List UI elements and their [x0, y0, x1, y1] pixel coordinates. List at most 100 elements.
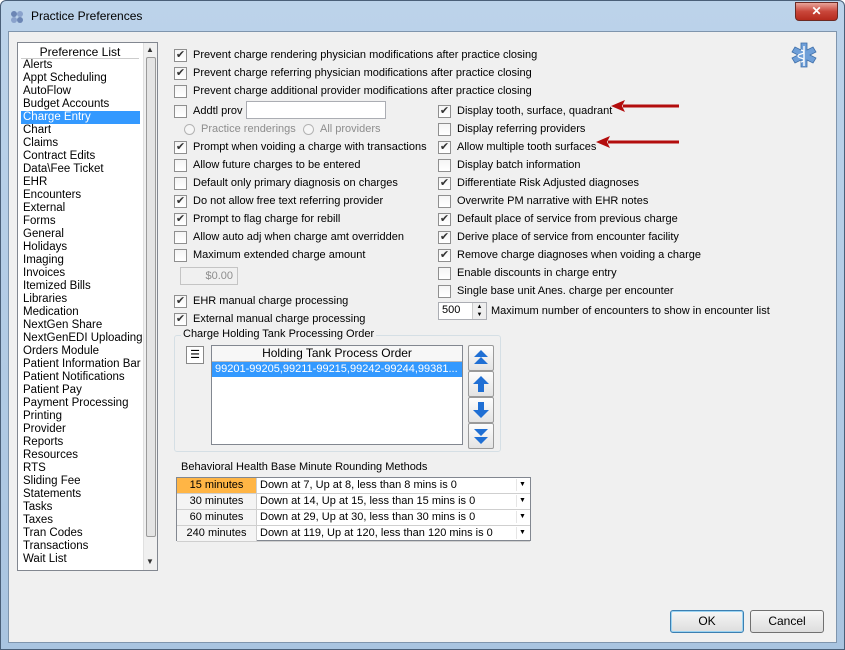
scroll-thumb[interactable] [146, 57, 156, 537]
radio-button[interactable] [303, 123, 314, 135]
checkbox[interactable] [174, 104, 187, 118]
addtl-prov-field[interactable] [246, 101, 386, 119]
preference-list-item[interactable]: Forms [21, 215, 140, 228]
preference-list-item[interactable]: Alerts [21, 59, 140, 72]
preference-list-item[interactable]: Wait List [21, 553, 140, 566]
ok-button[interactable]: OK [670, 610, 744, 633]
option-row[interactable]: ✔ Prompt when voiding a charge with trans… [174, 139, 427, 155]
preference-list-item[interactable]: Provider [21, 423, 140, 436]
title-bar[interactable]: Practice Preferences ✕ [1, 1, 844, 31]
scroll-down-icon[interactable]: ▼ [146, 557, 154, 566]
option-ehr-manual[interactable]: ✔ EHR manual charge processing [174, 293, 348, 309]
option-row[interactable]: ✔ Allow multiple tooth surfaces [438, 139, 596, 155]
preference-list-item[interactable]: Charge Entry [21, 111, 140, 124]
preference-list-item[interactable]: Claims [21, 137, 140, 150]
rounding-minutes[interactable]: 15 minutes [177, 478, 257, 493]
holding-tank-grid[interactable]: Holding Tank Process Order 99201-99205,9… [211, 345, 463, 445]
preference-list-item[interactable]: Tran Codes [21, 527, 140, 540]
dropdown-arrow-icon[interactable]: ▼ [516, 527, 528, 539]
checkbox[interactable] [438, 122, 451, 136]
cancel-button[interactable]: Cancel [750, 610, 824, 633]
max-encounters-spinner[interactable]: 500 ▲ ▼ [438, 302, 487, 320]
preference-list-item[interactable]: Holidays [21, 241, 140, 254]
checkbox[interactable]: ✔ [438, 212, 451, 226]
checkbox[interactable]: ✔ [438, 248, 451, 262]
preference-list-item[interactable]: Resources [21, 449, 140, 462]
preference-list-item[interactable]: NextGenEDI Uploading [21, 332, 143, 345]
preference-list-item[interactable]: Transactions [21, 540, 140, 553]
preference-list-item[interactable]: RTS [21, 462, 140, 475]
preference-list-item[interactable]: Sliding Fee [21, 475, 140, 488]
checkbox[interactable]: ✔ [174, 212, 187, 226]
rounding-method[interactable]: Down at 7, Up at 8, less than 8 mins is … [260, 478, 457, 493]
option-row[interactable]: ✔ Do not allow free text referring provid… [174, 193, 383, 209]
rounding-method[interactable]: Down at 29, Up at 30, less than 30 mins … [260, 510, 475, 525]
preference-list-item[interactable]: Invoices [21, 267, 140, 280]
move-bottom-button[interactable] [468, 423, 494, 449]
preference-list-item[interactable]: Patient Pay [21, 384, 140, 397]
preference-list-item[interactable]: General [21, 228, 140, 241]
preference-list-item[interactable]: Chart [21, 124, 140, 137]
spin-down-icon[interactable]: ▼ [472, 311, 486, 319]
max-charge-amount-field[interactable]: $0.00 [180, 267, 238, 285]
rounding-minutes[interactable]: 240 minutes [177, 526, 257, 541]
preference-list-item[interactable]: Printing [21, 410, 140, 423]
rounding-minutes[interactable]: 30 minutes [177, 494, 257, 509]
checkbox[interactable] [174, 230, 187, 244]
preference-list-item[interactable]: Libraries [21, 293, 140, 306]
preference-list-item[interactable]: Payment Processing [21, 397, 140, 410]
rounding-method[interactable]: Down at 119, Up at 120, less than 120 mi… [260, 526, 493, 541]
option-row[interactable]: Allow future charges to be entered [174, 157, 361, 173]
holding-tank-row[interactable]: 99201-99205,99211-99215,99242-99244,9938… [212, 362, 462, 377]
list-icon[interactable]: ☰ [186, 346, 204, 364]
rounding-minutes[interactable]: 60 minutes [177, 510, 257, 525]
option-prevent-additional[interactable]: Prevent charge additional provider modif… [174, 83, 532, 99]
preference-list-item[interactable]: Encounters [21, 189, 140, 202]
radio-practice-renderings[interactable]: Practice renderings [184, 121, 296, 137]
preference-list-item[interactable]: Patient Notifications [21, 371, 140, 384]
checkbox[interactable]: ✔ [174, 140, 187, 154]
rounding-row[interactable]: 60 minutes Down at 29, Up at 30, less tha… [177, 510, 530, 526]
preference-list-item[interactable]: Data\Fee Ticket [21, 163, 140, 176]
checkbox[interactable]: ✔ [438, 104, 451, 118]
checkbox[interactable] [438, 266, 451, 280]
scroll-up-icon[interactable]: ▲ [146, 45, 154, 54]
spin-up-icon[interactable]: ▲ [472, 303, 486, 311]
preference-list-scrollbar[interactable]: ▲ ▼ [143, 43, 157, 570]
preference-list-item[interactable]: Taxes [21, 514, 140, 527]
preference-list-item[interactable]: Reports [21, 436, 140, 449]
checkbox[interactable]: ✔ [438, 140, 451, 154]
option-row[interactable]: Enable discounts in charge entry [438, 265, 617, 281]
checkbox[interactable] [174, 84, 187, 98]
checkbox[interactable]: ✔ [438, 230, 451, 244]
checkbox[interactable] [438, 194, 451, 208]
option-row[interactable]: ✔ Default place of service from previous … [438, 211, 678, 227]
option-prevent-rendering[interactable]: ✔ Prevent charge rendering physician mod… [174, 47, 537, 63]
option-row[interactable]: Display referring providers [438, 121, 585, 137]
option-row[interactable]: ✔ Differentiate Risk Adjusted diagnoses [438, 175, 639, 191]
checkbox[interactable] [174, 176, 187, 190]
move-down-button[interactable] [468, 397, 494, 423]
preference-list-item[interactable]: EHR [21, 176, 140, 189]
option-row[interactable]: Display batch information [438, 157, 581, 173]
preference-list-item[interactable]: External [21, 202, 140, 215]
preference-list-item[interactable]: Statements [21, 488, 140, 501]
checkbox[interactable]: ✔ [174, 48, 187, 62]
option-row[interactable]: Maximum extended charge amount [174, 247, 365, 263]
option-row[interactable]: ✔ Prompt to flag charge for rebill [174, 211, 340, 227]
dropdown-arrow-icon[interactable]: ▼ [516, 495, 528, 507]
radio-all-providers[interactable]: All providers [303, 121, 381, 137]
option-row[interactable]: ✔ Derive place of service from encounter … [438, 229, 679, 245]
dropdown-arrow-icon[interactable]: ▼ [516, 479, 528, 491]
preference-list-item[interactable]: NextGen Share [21, 319, 140, 332]
rounding-method[interactable]: Down at 14, Up at 15, less than 15 mins … [260, 494, 475, 509]
preference-list-item[interactable]: Medication [21, 306, 140, 319]
rounding-row[interactable]: 240 minutes Down at 119, Up at 120, less … [177, 526, 530, 542]
checkbox[interactable] [174, 158, 187, 172]
rounding-row[interactable]: 30 minutes Down at 14, Up at 15, less tha… [177, 494, 530, 510]
option-row[interactable]: Default only primary diagnosis on charge… [174, 175, 398, 191]
checkbox[interactable]: ✔ [438, 176, 451, 190]
checkbox[interactable] [438, 284, 451, 298]
preference-list[interactable]: Preference List Alerts Appt Scheduling Aut… [17, 42, 158, 571]
move-up-button[interactable] [468, 371, 494, 397]
